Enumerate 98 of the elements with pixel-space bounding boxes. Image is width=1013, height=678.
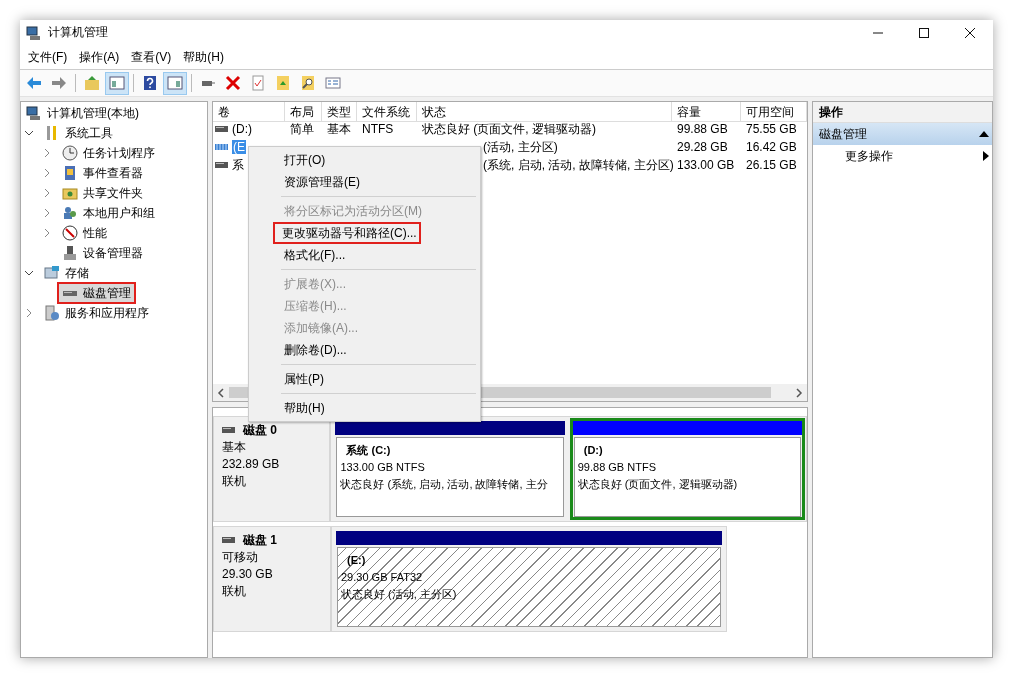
column-header[interactable]: 布局 [285, 102, 322, 122]
menu-item[interactable]: 操作(A) [73, 48, 126, 66]
device-icon [62, 245, 78, 261]
clock-icon [62, 145, 78, 161]
menu-item[interactable]: 属性(P) [251, 368, 328, 390]
scroll-right-icon[interactable] [795, 387, 803, 398]
drive-icon [215, 126, 228, 132]
partition-info: 133.00 GB NTFS [340, 460, 426, 475]
drive-icon [215, 144, 228, 150]
chevron-down-icon[interactable] [24, 128, 34, 138]
tree-item[interactable]: 设备管理器 [57, 242, 148, 264]
table-cell: 133.00 GB [677, 158, 735, 172]
partition-info: 29.30 GB FAT32 [341, 570, 424, 585]
column-header[interactable]: 容量 [672, 102, 741, 122]
disk-type: 基本 [222, 439, 247, 455]
disk-name: 磁盘 0 [243, 422, 277, 438]
tree-item[interactable]: 磁盘管理 [57, 282, 136, 304]
chevron-down-icon[interactable] [24, 268, 34, 278]
scroll-left-icon[interactable] [217, 387, 225, 398]
tree-item[interactable]: 计算机管理(本地) [21, 102, 144, 124]
chevron-right-icon[interactable] [42, 208, 52, 218]
actions-header: 操作 [813, 102, 992, 123]
disk-label-panel[interactable]: 磁盘 1 可移动 29.30 GB 联机 [213, 526, 331, 632]
tree-item[interactable]: 任务计划程序 [57, 142, 160, 164]
disk-status: 联机 [222, 583, 247, 599]
actions-section-header[interactable]: 磁盘管理 [813, 123, 992, 145]
tree-pane-icon[interactable] [105, 71, 129, 95]
column-header[interactable]: 可用空间 [741, 102, 807, 122]
menu-item[interactable]: 帮助(H) [251, 397, 329, 419]
chevron-right-icon[interactable] [42, 168, 52, 178]
partition-status: 状态良好 (系统, 启动, 活动, 故障转储, 主分 [340, 477, 549, 492]
table-cell: 75.55 GB [746, 122, 797, 136]
partition-name: (D:) [582, 443, 604, 458]
table-cell: 26.15 GB [746, 158, 797, 172]
tree-item[interactable]: 服务和应用程序 [39, 302, 154, 324]
column-header[interactable]: 状态 [417, 102, 672, 122]
drive-icon [215, 162, 228, 168]
disk-type: 可移动 [222, 549, 259, 565]
table-cell: NTFS [362, 122, 394, 136]
partition-name: 系统 (C:) [345, 443, 392, 458]
action-item[interactable]: 更多操作 [813, 145, 992, 167]
partition-name: (E:) [346, 553, 367, 568]
submenu-arrow-icon [983, 151, 989, 161]
menu-item[interactable]: 打开(O) [251, 149, 330, 171]
chevron-right-icon[interactable] [42, 148, 52, 158]
partition-block[interactable]: (E:) 29.30 GB FAT32 状态良好 (活动, 主分区) [333, 528, 725, 630]
tree-item[interactable]: 系统工具 [39, 122, 118, 144]
column-header[interactable]: 文件系统 [357, 102, 417, 122]
table-cell: (活动, 主分区) [483, 138, 558, 156]
chevron-right-icon[interactable] [42, 188, 52, 198]
partition-block[interactable]: (D:) 99.88 GB NTFS 状态良好 (页面文件, 逻辑驱动器) [569, 418, 805, 520]
collapse-arrow-icon[interactable] [979, 130, 989, 138]
disk-drive-icon [222, 537, 235, 543]
partition-status: 状态良好 (活动, 主分区) [341, 587, 458, 602]
tree-item[interactable]: 共享文件夹 [57, 182, 148, 204]
table-cell: 16.42 GB [746, 140, 797, 154]
partition-info: 99.88 GB NTFS [577, 460, 657, 475]
menu-item[interactable]: 更改驱动器号和路径(C)... [273, 222, 421, 244]
disk-size: 29.30 GB [222, 566, 274, 582]
disk-label-panel[interactable]: 磁盘 0 基本 232.89 GB 联机 [213, 416, 331, 522]
users-icon [62, 205, 78, 221]
table-cell[interactable]: (D:) [232, 122, 252, 136]
computer-icon [26, 24, 42, 41]
disk-drive-icon [222, 427, 235, 433]
tree-item[interactable]: 事件查看器 [57, 162, 148, 184]
menu-item[interactable]: 删除卷(D)... [251, 339, 351, 361]
menu-item[interactable]: 资源管理器(E) [251, 171, 364, 193]
computer-icon [26, 105, 42, 121]
menu-item[interactable]: 帮助(H) [177, 48, 230, 66]
table-cell: 基本 [327, 120, 351, 138]
window-title: 计算机管理 [48, 24, 108, 41]
disk-status: 联机 [222, 473, 247, 489]
shared-folder-icon [62, 185, 78, 201]
menu-item[interactable]: 格式化(F)... [251, 244, 350, 266]
services-icon [44, 305, 60, 321]
menu-item[interactable]: 文件(F) [22, 48, 74, 66]
partition-block[interactable]: 系统 (C:) 133.00 GB NTFS 状态良好 (系统, 启动, 活动, 故障转储, 主分 [332, 418, 568, 520]
tree-item[interactable]: 本地用户和组 [57, 202, 160, 224]
table-cell: 简单 [290, 120, 314, 138]
column-header[interactable]: 卷 [213, 102, 285, 122]
tree-item[interactable]: 存储 [39, 262, 94, 284]
storage-icon [44, 265, 60, 281]
tree-item[interactable]: 性能 [57, 222, 112, 244]
disk-name: 磁盘 1 [243, 532, 277, 548]
chevron-right-icon[interactable] [42, 228, 52, 238]
disk-size: 232.89 GB [222, 456, 281, 472]
close-icon [965, 27, 975, 38]
log-book-icon [62, 165, 78, 181]
table-cell: 99.88 GB [677, 122, 728, 136]
table-cell: 状态良好 (页面文件, 逻辑驱动器) [422, 120, 596, 138]
chevron-right-icon[interactable] [24, 308, 34, 318]
partition-status: 状态良好 (页面文件, 逻辑驱动器) [577, 477, 739, 492]
menu-item[interactable]: 查看(V) [125, 48, 178, 66]
table-cell: (系统, 启动, 活动, 故障转储, 主分区) [483, 156, 674, 174]
column-header[interactable]: 类型 [322, 102, 357, 122]
maximize-icon [919, 27, 929, 38]
table-cell: 29.28 GB [677, 140, 728, 154]
table-cell[interactable]: 系 [232, 156, 244, 174]
